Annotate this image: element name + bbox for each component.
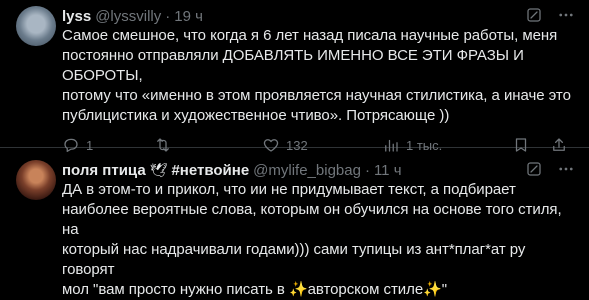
timestamp[interactable]: 11 ч xyxy=(374,162,402,179)
tweet-text: Самое смешное, что когда я 6 лет назад п… xyxy=(62,26,573,126)
author-handle[interactable]: @mylife_bigbag xyxy=(253,162,361,179)
sparkle-emoji: ✨ xyxy=(288,281,308,298)
tweet-body: lyss @lyssvilly · 19 ч Самое смешное, чт… xyxy=(62,6,573,154)
sparkle-emoji: ✨ xyxy=(423,281,442,298)
more-icon[interactable] xyxy=(557,160,575,178)
text-line: публицистика и художественное чтиво». По… xyxy=(62,107,450,124)
author-name[interactable]: lyss xyxy=(62,8,91,25)
text-segment: " xyxy=(441,281,448,298)
text-line: потому что «именно в этом проявляется на… xyxy=(62,87,571,104)
tweet-polya[interactable]: поля птица 🕊 #нетвойне @mylife_bigbag · … xyxy=(0,148,589,298)
avatar[interactable] xyxy=(16,160,56,200)
tweet-controls xyxy=(525,160,575,178)
text-line: Самое смешное, что когда я 6 лет назад п… xyxy=(62,27,558,44)
author-name[interactable]: поля птица xyxy=(62,162,146,179)
text-line: который нас надрачивали годами))) сами т… xyxy=(62,241,526,278)
tweet-controls xyxy=(525,6,575,24)
text-segment: авторском стиле xyxy=(307,281,424,298)
grok-icon[interactable] xyxy=(525,6,543,24)
separator-dot: · xyxy=(364,161,370,179)
tweet-header: поля птица 🕊 #нетвойне @mylife_bigbag · … xyxy=(62,160,573,180)
text-line: ДА в этом-то и прикол, что ии не придумы… xyxy=(62,181,516,198)
tweet-text: ДА в этом-то и прикол, что ии не придумы… xyxy=(62,180,573,300)
avatar[interactable] xyxy=(16,6,56,46)
text-line-last: мол "вам просто нужно писать в ✨авторско… xyxy=(62,280,573,300)
grok-icon[interactable] xyxy=(525,160,543,178)
more-icon[interactable] xyxy=(557,6,575,24)
text-line: наиболее вероятные слова, которым он обу… xyxy=(62,201,562,238)
text-segment: мол "вам просто нужно писать в xyxy=(62,281,289,298)
separator-dot: · xyxy=(165,7,171,25)
tweet-body: поля птица 🕊 #нетвойне @mylife_bigbag · … xyxy=(62,160,573,300)
tweet-header: lyss @lyssvilly · 19 ч xyxy=(62,6,573,26)
author-handle[interactable]: @lyssvilly xyxy=(95,8,161,25)
tweet-lyss[interactable]: lyss @lyssvilly · 19 ч Самое смешное, чт… xyxy=(0,0,589,153)
text-line: постоянно отправляли ДОБАВЛЯТЬ ИМЕННО ВС… xyxy=(62,47,524,84)
author-hashtag[interactable]: #нетвойне xyxy=(171,162,249,179)
timestamp[interactable]: 19 ч xyxy=(174,8,203,25)
dove-emoji: 🕊 xyxy=(149,161,168,178)
